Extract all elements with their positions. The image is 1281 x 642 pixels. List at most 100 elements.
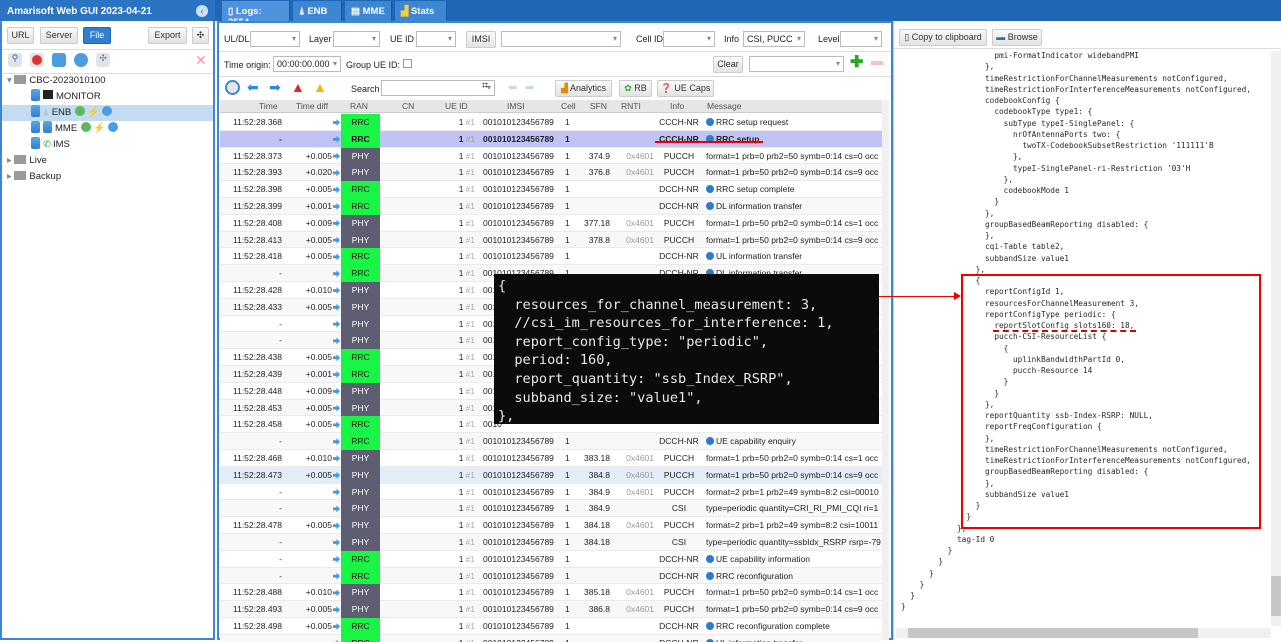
table-row[interactable]: PHY 11:52:28.393 +0.020 1 #1 001010123456789 1…: [220, 164, 882, 182]
table-row[interactable]: RRC 11:52:28.498 +0.005 1 #1 001010123456789 1…: [220, 618, 882, 635]
clear-button[interactable]: Clear: [713, 56, 743, 73]
warning-icon[interactable]: ▲: [313, 80, 328, 95]
export-button[interactable]: Export: [148, 27, 187, 44]
time-origin-input[interactable]: 00:00:00.000: [273, 56, 341, 72]
col-ran[interactable]: RAN: [350, 101, 368, 111]
remove-icon[interactable]: [871, 61, 883, 65]
info-icon[interactable]: [706, 437, 714, 446]
connect-icon[interactable]: ✣: [96, 53, 110, 67]
level-select[interactable]: [840, 31, 882, 47]
tree-item-enb[interactable]: ⍋ ENB ⚡: [2, 105, 213, 121]
table-row[interactable]: RRC -1 #1 001010123456789 1 DCCH-NR RRC reconf…: [220, 567, 882, 585]
table-row[interactable]: RRC 11:52:28.398 +0.005 1 #1 001010123456789 1…: [220, 181, 882, 198]
col-cell[interactable]: Cell: [561, 101, 576, 111]
info-icon[interactable]: [706, 118, 714, 126]
imsi-select[interactable]: [501, 31, 621, 47]
error-icon[interactable]: ▲: [291, 80, 306, 95]
table-row[interactable]: RRC -1 #1 001010123456789 1 DCCH-NR UE capabil…: [220, 433, 882, 450]
col-cn[interactable]: CN: [402, 101, 414, 111]
col-sfn[interactable]: SFN: [590, 101, 607, 111]
settings-icon[interactable]: ✣: [192, 27, 209, 44]
ue-caps-button[interactable]: ❓ UE Caps: [657, 80, 714, 97]
info-icon[interactable]: [706, 185, 714, 194]
search-icon[interactable]: ⚲: [8, 53, 22, 67]
tree-node-root[interactable]: ▾ CBC-2023010100: [2, 73, 213, 89]
info-icon[interactable]: [706, 571, 714, 580]
tree-node-backup[interactable]: ▸ Backup: [2, 169, 213, 185]
tree-item-monitor[interactable]: MONITOR: [2, 89, 213, 105]
table-row[interactable]: PHY 11:52:28.468 +0.010 1 #1 001010123456789 1…: [220, 450, 882, 467]
info-icon[interactable]: [706, 554, 714, 563]
browse-button[interactable]: ▬ Browse: [992, 29, 1042, 46]
col-rnti[interactable]: RNTI: [621, 101, 641, 111]
col-ue-id[interactable]: UE ID: [445, 101, 468, 111]
tree-item-mme[interactable]: MME ⚡: [2, 121, 213, 137]
pause-icon[interactable]: [74, 53, 88, 67]
col-imsi[interactable]: IMSI: [507, 101, 524, 111]
group-ue-checkbox[interactable]: [403, 59, 412, 68]
prev-match-icon[interactable]: ⬅: [508, 81, 517, 94]
table-row[interactable]: PHY -1 #1 001010123456789 1 384.9 0x4601 PUCCH f…: [220, 483, 882, 501]
rnti: 0x4601: [626, 486, 654, 497]
table-row[interactable]: PHY 11:52:28.373 +0.005 1 #1 001010123456789 1…: [220, 147, 882, 165]
cell-sfn: 384.18: [584, 537, 610, 547]
uldl-select[interactable]: [250, 31, 300, 47]
horizontal-scrollbar[interactable]: [896, 628, 1271, 638]
stop-icon[interactable]: [30, 53, 44, 67]
collapse-panel-button[interactable]: ‹: [196, 5, 208, 17]
search-input[interactable]: [381, 80, 495, 96]
table-row[interactable]: RRC - 1#1 001010123456789 1 DCCH-NRUL informa…: [220, 634, 882, 642]
clock-icon[interactable]: [225, 80, 240, 95]
binoculars-icon[interactable]: ⌗: [482, 80, 488, 93]
play-icon[interactable]: [101, 106, 112, 116]
vertical-scrollbar[interactable]: [1271, 51, 1281, 626]
ueid-select[interactable]: [416, 31, 456, 47]
info-icon[interactable]: [706, 622, 714, 630]
tab-mme[interactable]: ▤ MME: [345, 1, 392, 21]
table-row[interactable]: PHY 11:52:28.408 +0.009 1 #1 001010123456789 1…: [220, 214, 882, 232]
analytics-button[interactable]: ▟ Analytics: [555, 80, 612, 97]
arrow-left-icon[interactable]: ⬅: [247, 80, 262, 95]
info-icon[interactable]: [706, 252, 714, 261]
tab-enb[interactable]: ⍋ ENB: [293, 1, 342, 21]
table-row[interactable]: PHY 11:52:28.413 +0.005 1 #1 001010123456789 1…: [220, 231, 882, 249]
scrollbar[interactable]: [882, 100, 889, 640]
table-row[interactable]: PHY 11:52:28.493 +0.005 1 #1 001010123456789 1…: [220, 601, 882, 618]
col-info[interactable]: Info: [670, 101, 684, 111]
filter-select[interactable]: [749, 56, 844, 72]
add-icon[interactable]: ✚: [850, 55, 863, 71]
info-select[interactable]: CSI, PUCC: [743, 31, 805, 47]
info-icon[interactable]: [706, 202, 714, 210]
tab-logs[interactable]: ▯ Logs: 2554: [222, 1, 290, 28]
table-row[interactable]: RRC 11:52:28.368 1 #1 001010123456789 1 CCCH-N…: [220, 114, 882, 131]
col-time-diff[interactable]: Time diff: [296, 101, 328, 111]
play-icon[interactable]: [107, 122, 118, 132]
close-icon[interactable]: ✕: [195, 52, 207, 69]
server-button[interactable]: Server: [40, 27, 78, 44]
table-row[interactable]: PHY 11:52:28.473 +0.005 1 #1 001010123456789 1…: [220, 466, 882, 484]
arrow-right-icon[interactable]: ➡: [269, 80, 284, 95]
tree-node-live[interactable]: ▸ Live: [2, 153, 213, 169]
tree-item-ims[interactable]: ✆ IMS: [2, 137, 213, 153]
next-match-icon[interactable]: ➡: [525, 81, 534, 94]
rb-button[interactable]: ✿ RB: [619, 80, 652, 97]
table-row[interactable]: PHY 11:52:28.478 +0.005 1 #1 001010123456789 1…: [220, 517, 882, 534]
cellid-select[interactable]: [663, 31, 715, 47]
copy-to-clipboard-button[interactable]: ▯ Copy to clipboard: [899, 29, 987, 46]
col-time[interactable]: Time: [259, 101, 278, 111]
table-row[interactable]: RRC -1 #1 001010123456789 1 CCCH-NR RRC setup: [220, 130, 882, 148]
table-row[interactable]: PHY 11:52:28.488 +0.010 1 #1 001010123456789 1…: [220, 584, 882, 602]
refresh-icon[interactable]: [52, 53, 66, 67]
terminal-icon: [43, 90, 53, 99]
table-row[interactable]: RRC -1 #1 001010123456789 1 DCCH-NR UE capabil…: [220, 550, 882, 568]
table-row[interactable]: RRC 11:52:28.399 +0.001 1 #1 001010123456789 1…: [220, 198, 882, 215]
layer-select[interactable]: [333, 31, 380, 47]
col-message[interactable]: Message: [707, 101, 742, 111]
table-row[interactable]: PHY -1 #1 001010123456789 1 384.9 CSI type=peri…: [220, 500, 882, 518]
file-button[interactable]: File: [83, 27, 111, 44]
table-row[interactable]: PHY -1 #1 001010123456789 1 384.18 CSI type=per…: [220, 534, 882, 551]
tab-stats[interactable]: ▟ Stats: [395, 1, 447, 21]
table-row[interactable]: RRC 11:52:28.418 +0.005 1 #1 001010123456789 1…: [220, 248, 882, 266]
imsi-button[interactable]: IMSI: [466, 31, 496, 48]
url-button[interactable]: URL: [7, 27, 34, 44]
